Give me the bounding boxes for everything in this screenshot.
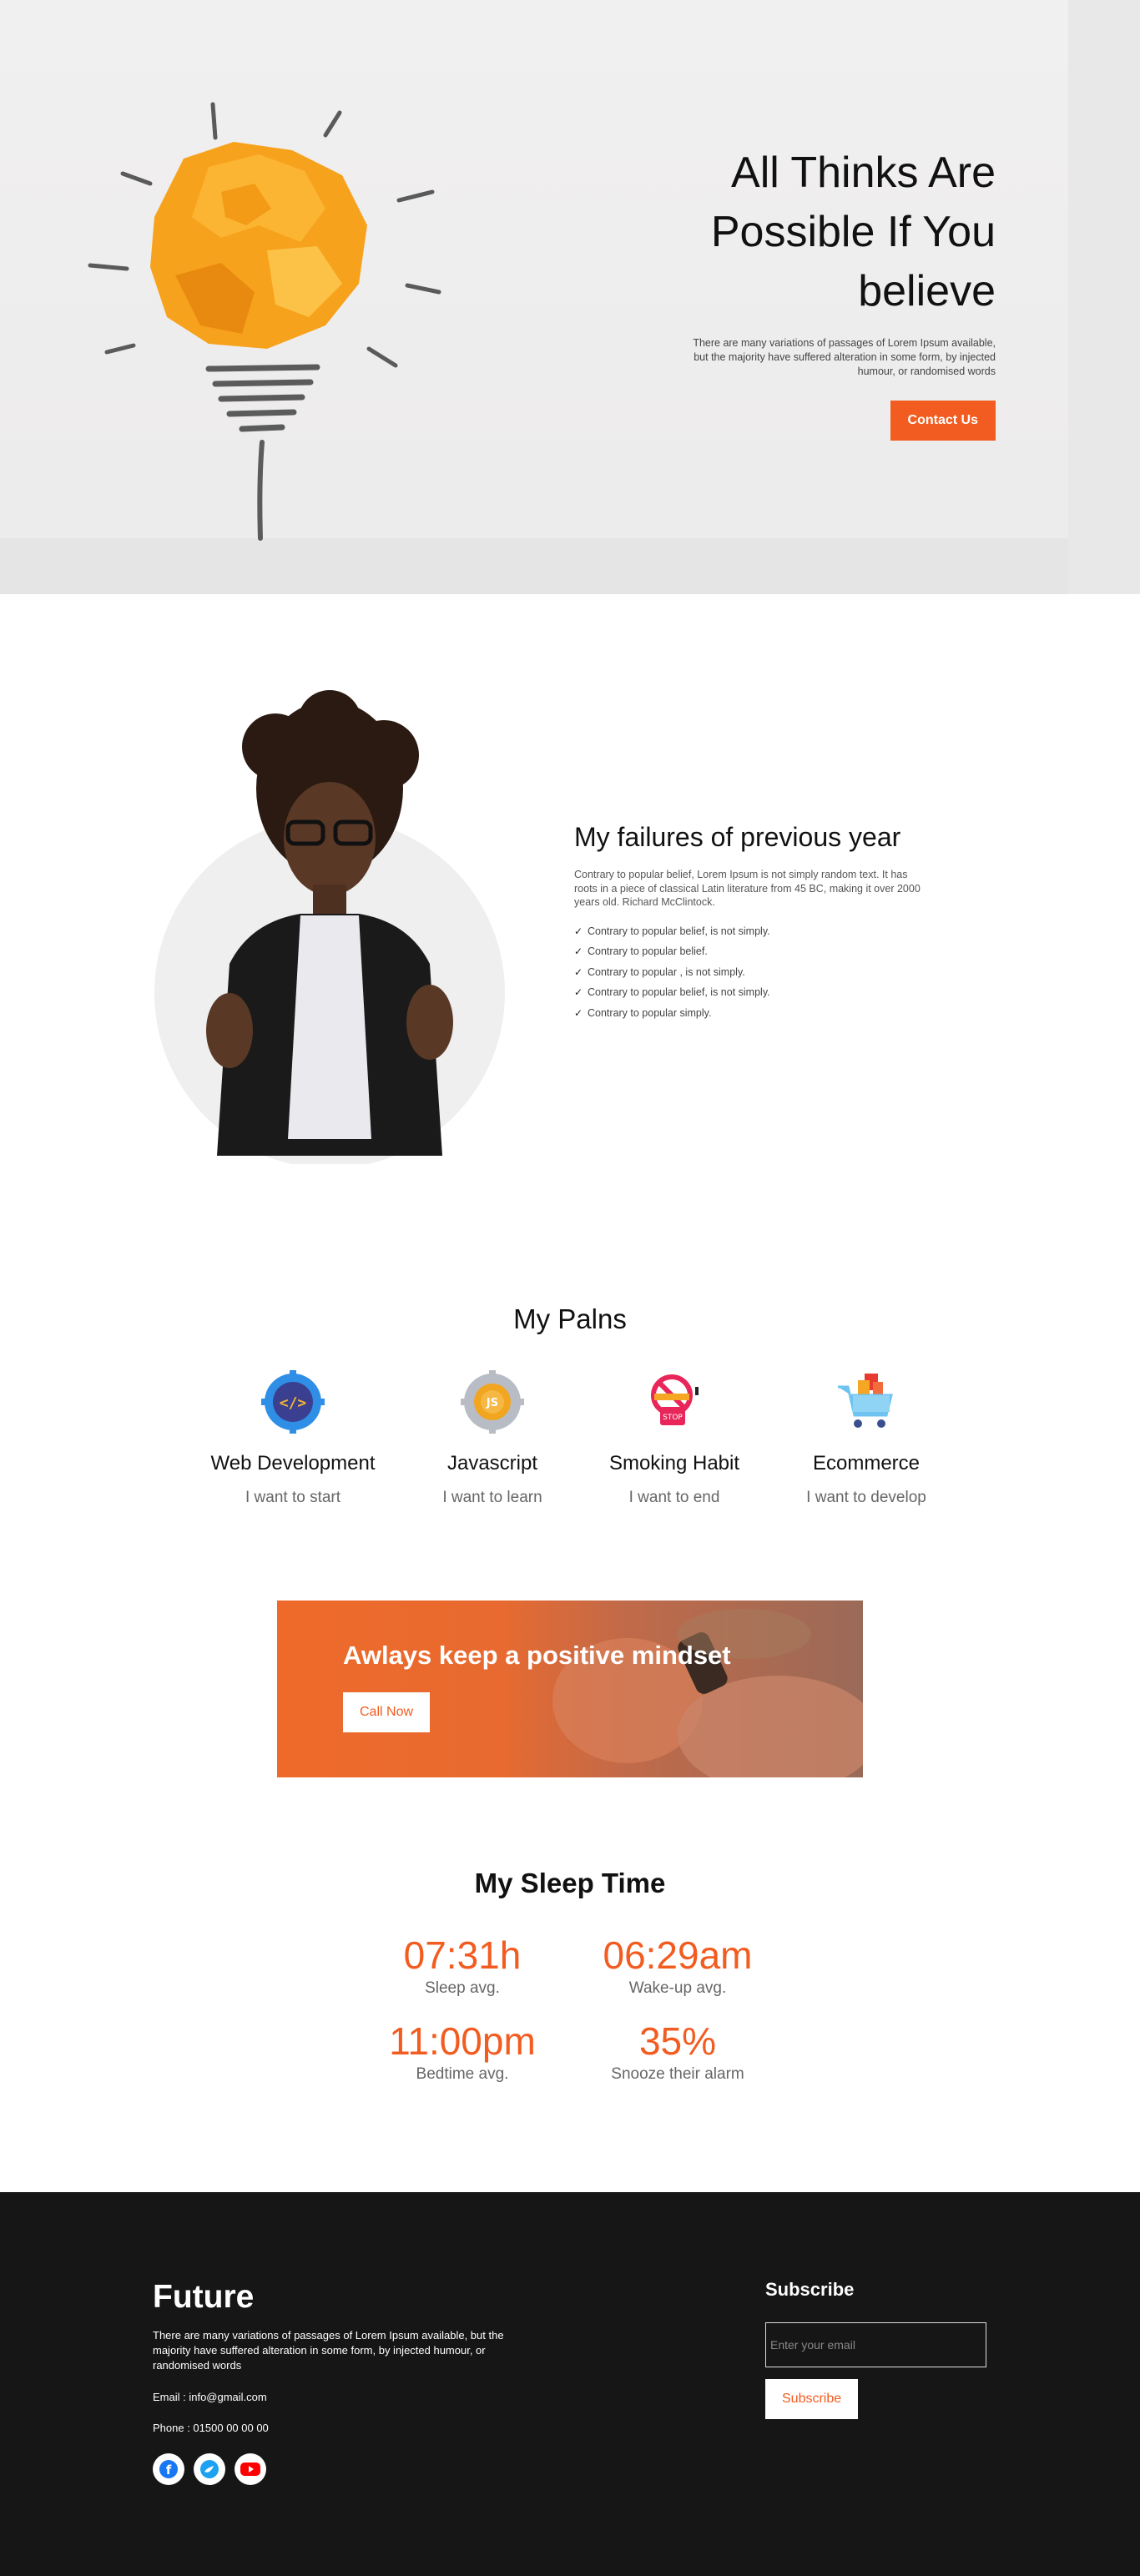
list-item-label: Contrary to popular belief. [588,945,708,957]
youtube-icon[interactable] [235,2453,266,2485]
plan-subtitle: I want to develop [806,1489,926,1506]
svg-text:JS: JS [486,1397,498,1409]
check-icon: ✓ [574,945,583,957]
hero-title: All Thinks Are Possible If You believe [612,144,996,321]
plan-subtitle: I want to learn [442,1489,542,1506]
plan-title: Web Development [210,1452,376,1475]
stat-bedtime-avg: 11:00pm Bedtime avg. [337,2019,588,2084]
list-item: ✓ Contrary to popular belief. [574,941,925,962]
banner-title: Awlays keep a positive mindset [343,1641,731,1670]
stat-sleep-avg: 07:31h Sleep avg. [337,1933,588,1998]
list-item-label: Contrary to popular belief, is not simpl… [588,925,770,937]
list-item-label: Contrary to popular , is not simply. [588,965,745,978]
shopping-cart-icon [766,1369,966,1435]
contact-us-button[interactable]: Contact Us [890,401,996,441]
plans-title: My Palns [513,1303,627,1334]
plan-smoking-habit: STOP Smoking Habit I want to end [574,1369,774,1507]
stat-value: 35% [638,2019,717,2063]
failures-list: ✓ Contrary to popular belief, is not simp… [574,921,925,1024]
svg-text:</>: </> [280,1394,307,1412]
stat-snooze: 35% Snooze their alarm [552,2019,803,2084]
call-now-button[interactable]: Call Now [343,1692,431,1732]
plan-web-development: </> Web Development I want to start [193,1369,393,1507]
footer: Future There are many variations of pass… [0,2192,1140,2576]
facebook-icon[interactable]: f [153,2453,184,2485]
footer-description: There are many variations of passages of… [153,2329,504,2372]
social-links: f [153,2453,266,2485]
failures-text-block: My failures of previous year Contrary to… [574,822,925,1023]
svg-text:f: f [166,2463,172,2478]
list-item-label: Contrary to popular simply. [588,1006,712,1019]
footer-email: Email : info@gmail.com [153,2391,267,2403]
sleep-title: My Sleep Time [474,1868,666,1898]
list-item-label: Contrary to popular belief, is not simpl… [588,986,770,998]
paper-lightbulb-image [88,102,441,541]
mindset-banner: Awlays keep a positive mindset Call Now [277,1601,863,1777]
list-item: ✓ Contrary to popular simply. [574,1003,925,1024]
subscribe-button[interactable]: Subscribe [765,2379,859,2419]
email-input[interactable] [765,2322,986,2367]
hero-title-line-3: believe [858,267,996,315]
plan-subtitle: I want to end [628,1489,720,1506]
check-icon: ✓ [574,1006,583,1019]
twitter-icon[interactable] [194,2453,225,2485]
plan-title: Javascript [446,1452,538,1475]
code-gear-icon: </> [193,1369,393,1435]
no-smoking-icon: STOP [574,1369,774,1435]
stat-label: Snooze their alarm [611,2065,744,2083]
stat-value: 07:31h [403,1933,522,1977]
person-photo [154,690,505,1164]
hands-watch-image [552,1609,863,1777]
list-item: ✓ Contrary to popular , is not simply. [574,962,925,983]
svg-text:STOP: STOP [663,1414,683,1422]
stat-wakeup-avg: 06:29am Wake-up avg. [552,1933,803,1998]
hero-title-line-2: Possible If You [710,208,996,256]
plan-title: Smoking Habit [608,1452,740,1475]
hero-title-line-1: All Thinks Are [731,149,996,197]
hero-section: All Thinks Are Possible If You believe T… [0,0,1140,594]
check-icon: ✓ [574,986,583,998]
stat-label: Sleep avg. [425,1979,500,1997]
stat-label: Wake-up avg. [628,1979,727,1997]
stat-value: 06:29am [603,1933,753,1977]
failures-title: My failures of previous year [574,822,901,852]
hero-text-block: All Thinks Are Possible If You believe T… [612,144,996,441]
check-icon: ✓ [574,965,583,978]
js-gear-icon: JS [392,1369,593,1435]
stat-label: Bedtime avg. [416,2065,509,2083]
hero-wall-edge [1068,0,1140,594]
footer-brand: Future [153,2279,255,2315]
failures-description: Contrary to popular belief, Lorem Ipsum … [574,869,921,908]
list-item: ✓ Contrary to popular belief, is not simp… [574,921,925,942]
footer-phone: Phone : 01500 00 00 00 [153,2422,269,2434]
plan-subtitle: I want to start [245,1489,341,1506]
hero-subtitle: There are many variations of passages of… [693,337,996,377]
stat-value: 11:00pm [389,2019,536,2063]
plan-javascript: JS Javascript I want to learn [392,1369,593,1507]
check-icon: ✓ [574,925,583,937]
plan-ecommerce: Ecommerce I want to develop [766,1369,966,1507]
plan-title: Ecommerce [812,1452,921,1475]
list-item: ✓ Contrary to popular belief, is not simp… [574,982,925,1003]
subscribe-title: Subscribe [765,2279,855,2300]
